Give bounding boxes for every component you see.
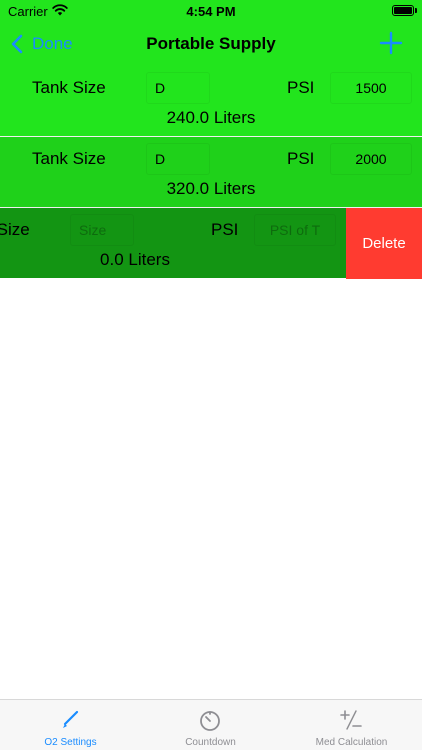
- battery-tip: [415, 8, 417, 13]
- battery-icon: [392, 5, 414, 16]
- tank-size-label: Tank Size: [32, 149, 106, 168]
- psi-field[interactable]: PSI of T: [254, 214, 336, 246]
- delete-button[interactable]: Delete: [346, 208, 422, 279]
- psi-label: PSI: [211, 220, 239, 239]
- add-icon[interactable]: [378, 30, 404, 56]
- tank-size-field[interactable]: D: [146, 72, 210, 104]
- tab-med-calculation[interactable]: Med Calculation: [281, 700, 422, 750]
- tab-label: Countdown: [185, 737, 236, 748]
- psi-field[interactable]: 1500: [330, 72, 412, 104]
- tab-bar: O2 Settings Countdown Med Calculation: [0, 699, 422, 750]
- liters-value: 240.0 Liters: [166, 108, 256, 127]
- tab-label: Med Calculation: [315, 737, 388, 748]
- clock: 4:54 PM: [186, 4, 236, 19]
- plus-minus-icon: [340, 710, 362, 730]
- psi-label: PSI: [287, 149, 315, 168]
- tank-size-label: Tank Size: [0, 220, 30, 239]
- liters-value: 0.0 Liters: [100, 250, 170, 269]
- liters-value: 320.0 Liters: [166, 179, 256, 198]
- page-title: Portable Supply: [146, 34, 276, 53]
- navigation-bar: Done Portable Supply: [0, 22, 422, 66]
- tank-size-label: Tank Size: [32, 78, 106, 97]
- tank-row-2: Tank Size D PSI 2000 320.0 Liters: [0, 137, 422, 207]
- header: Carrier 4:54 PM Done Portable Supply: [0, 0, 422, 66]
- psi-field[interactable]: 2000: [330, 143, 412, 175]
- pencil-icon: [63, 710, 79, 728]
- tank-row-1: Tank Size D PSI 1500 240.0 Liters: [0, 66, 422, 136]
- tab-label: O2 Settings: [44, 737, 97, 748]
- tab-countdown[interactable]: Countdown: [140, 700, 281, 750]
- tab-o2-settings[interactable]: O2 Settings: [0, 700, 141, 750]
- tank-size-field[interactable]: D: [146, 143, 210, 175]
- status-bar: Carrier 4:54 PM: [0, 0, 422, 22]
- timer-icon: [200, 711, 220, 731]
- tank-size-field[interactable]: Size: [70, 214, 134, 246]
- psi-label: PSI: [287, 78, 315, 97]
